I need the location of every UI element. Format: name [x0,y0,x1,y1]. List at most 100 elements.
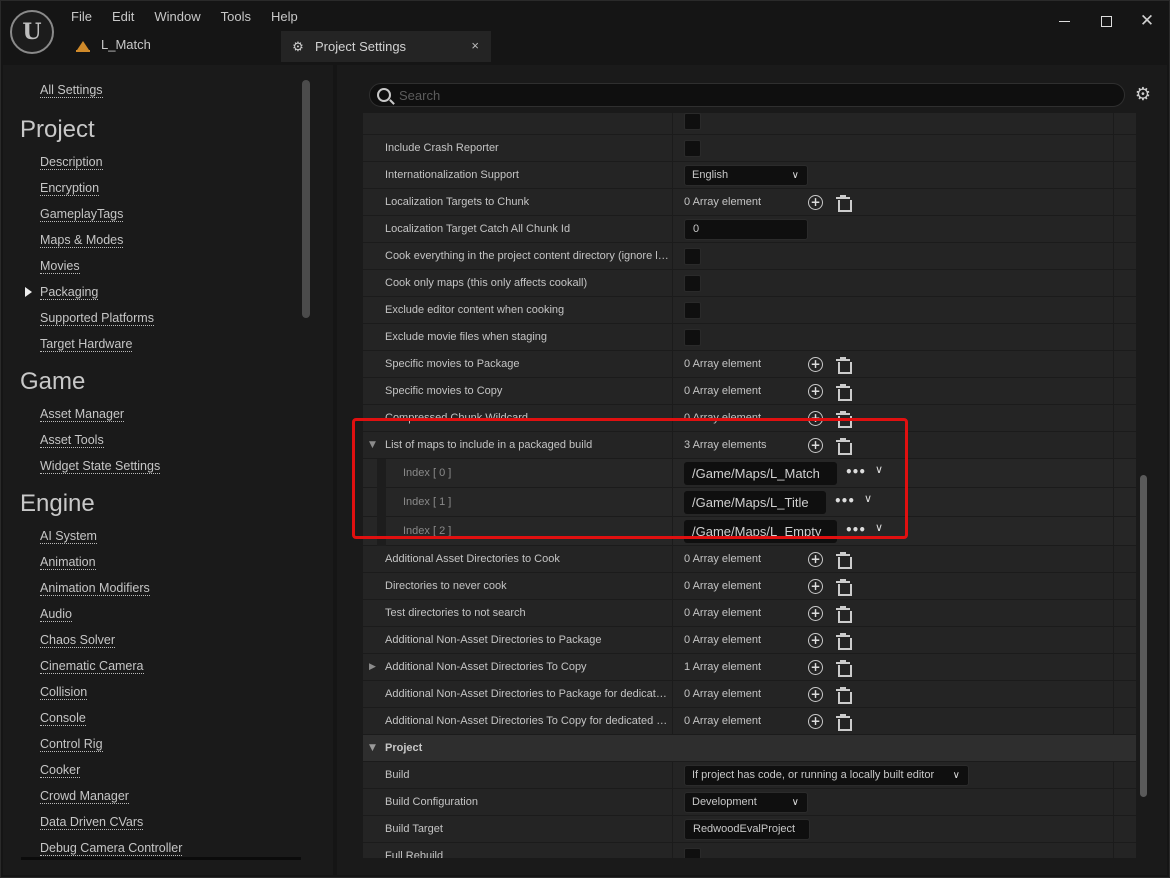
map-path-input[interactable]: /Game/Maps/L_Title [684,491,826,514]
build-target-input[interactable]: RedwoodEvalProject [684,819,810,840]
trash-icon[interactable] [836,552,852,569]
section-header-project[interactable]: ▼ Project [363,735,1136,762]
trash-icon[interactable] [836,579,852,596]
trash-icon[interactable] [836,660,852,677]
sidebar-item-control-rig[interactable]: Control Rig [40,737,103,752]
trash-icon[interactable] [836,687,852,704]
add-element-icon[interactable]: + [808,606,823,621]
add-element-icon[interactable]: + [808,384,823,399]
details-panel: ⚙ Include Crash Reporter Internationaliz… [337,65,1167,875]
sidebar-item-crowd-manager[interactable]: Crowd Manager [40,789,129,804]
trash-icon[interactable] [836,411,852,428]
sidebar-item-ai-system[interactable]: AI System [40,529,97,544]
tab-project-settings[interactable]: ⚙ Project Settings × [281,31,491,62]
chevron-down-icon: ∨ [791,797,799,808]
sidebar-item-gameplaytags[interactable]: GameplayTags [40,207,124,222]
close-window-button[interactable]: ✕ [1132,9,1162,33]
sidebar-item-chaos-solver[interactable]: Chaos Solver [40,633,116,648]
sidebar-item-encryption[interactable]: Encryption [40,181,100,196]
add-element-icon[interactable]: + [808,357,823,372]
sidebar-item-maps-modes[interactable]: Maps & Modes [40,233,124,248]
minimize-button[interactable] [1049,9,1079,33]
browse-dots-icon[interactable]: ••• [834,494,855,508]
sidebar-item-cooker[interactable]: Cooker [40,763,81,778]
array-count: 0 Array element [684,412,762,424]
sidebar-item-collision[interactable]: Collision [40,685,88,700]
sidebar-item-movies[interactable]: Movies [40,259,80,274]
add-element-icon[interactable]: + [808,714,823,729]
add-element-icon[interactable]: + [808,660,823,675]
sidebar-item-debug-camera-controller[interactable]: Debug Camera Controller [40,841,183,856]
trash-icon[interactable] [836,438,852,455]
sidebar-item-data-driven-cvars[interactable]: Data Driven CVars [40,815,144,830]
property-row: Directories to never cook 0 Array elemen… [363,573,1136,600]
add-element-icon[interactable]: + [808,633,823,648]
trash-icon[interactable] [836,714,852,731]
array-count: 0 Array element [684,634,762,646]
property-row: Cook only maps (this only affects cookal… [363,270,1136,297]
sidebar-item-audio[interactable]: Audio [40,607,72,622]
map-path-input[interactable]: /Game/Maps/L_Empty [684,520,837,543]
close-tab-icon[interactable]: × [471,38,479,53]
exclude-movie-files-checkbox[interactable] [684,329,701,346]
full-rebuild-checkbox[interactable] [684,848,701,858]
trash-icon[interactable] [836,357,852,374]
sidebar-item-description[interactable]: Description [40,155,103,170]
cook-only-maps-checkbox[interactable] [684,275,701,292]
menu-edit[interactable]: Edit [102,7,144,26]
sidebar-item-animation[interactable]: Animation [40,555,96,570]
maps-to-package-row: ▼ List of maps to include in a packaged … [363,432,1136,459]
settings-gear-icon[interactable]: ⚙ [1133,85,1153,105]
browse-dots-icon[interactable]: ••• [845,523,866,537]
map-path-input[interactable]: /Game/Maps/L_Match [684,462,837,485]
add-element-icon[interactable]: + [808,438,823,453]
menu-tools[interactable]: Tools [211,7,261,26]
search-input[interactable] [399,87,1099,103]
menu-window[interactable]: Window [144,7,210,26]
sidebar-item-target-hardware[interactable]: Target Hardware [40,337,133,352]
details-scrollbar[interactable] [1140,475,1147,797]
trash-icon[interactable] [836,606,852,623]
level-icon [75,38,91,52]
index-label: Index [ 0 ] [403,467,452,479]
add-element-icon[interactable]: + [808,579,823,594]
chevron-down-icon[interactable]: ∨ [864,492,872,505]
add-element-icon[interactable]: + [808,411,823,426]
include-crash-reporter-checkbox[interactable] [684,140,701,157]
trash-icon[interactable] [836,633,852,650]
sidebar-scrollbar[interactable] [302,80,310,318]
build-dropdown[interactable]: If project has code, or running a locall… [684,765,969,786]
sidebar-item-widget-state-settings[interactable]: Widget State Settings [40,459,161,474]
sidebar-item-all-settings[interactable]: All Settings [40,83,103,98]
unreal-logo-icon[interactable]: U [10,10,54,54]
expanded-arrow-icon[interactable]: ▼ [369,432,376,459]
sidebar-item-packaging[interactable]: Packaging [40,285,99,300]
chunk-id-input[interactable]: 0 [684,219,808,240]
sidebar-item-cinematic-camera[interactable]: Cinematic Camera [40,659,144,674]
add-element-icon[interactable]: + [808,687,823,702]
sidebar-item-animation-modifiers[interactable]: Animation Modifiers [40,581,150,596]
level-tab[interactable]: L_Match [75,37,151,52]
trash-icon[interactable] [836,384,852,401]
sidebar-item-asset-tools[interactable]: Asset Tools [40,433,104,448]
maximize-button[interactable] [1091,9,1121,33]
trash-icon[interactable] [836,195,852,212]
property-row: Additional Asset Directories to Cook 0 A… [363,546,1136,573]
build-configuration-dropdown[interactable]: Development ∨ [684,792,808,813]
cook-everything-checkbox[interactable] [684,248,701,265]
chevron-down-icon[interactable]: ∨ [875,463,883,476]
browse-dots-icon[interactable]: ••• [845,465,866,479]
menu-file[interactable]: File [61,7,102,26]
collapsed-arrow-icon[interactable]: ▶ [369,654,376,681]
sidebar-item-asset-manager[interactable]: Asset Manager [40,407,125,422]
exclude-editor-content-checkbox[interactable] [684,302,701,319]
checkbox[interactable] [684,113,701,130]
sidebar-item-console[interactable]: Console [40,711,86,726]
add-element-icon[interactable]: + [808,195,823,210]
add-element-icon[interactable]: + [808,552,823,567]
sidebar-item-supported-platforms[interactable]: Supported Platforms [40,311,154,326]
internationalization-dropdown[interactable]: English ∨ [684,165,808,186]
chevron-down-icon[interactable]: ∨ [875,521,883,534]
menu-help[interactable]: Help [261,7,308,26]
expanded-arrow-icon[interactable]: ▼ [369,735,376,762]
